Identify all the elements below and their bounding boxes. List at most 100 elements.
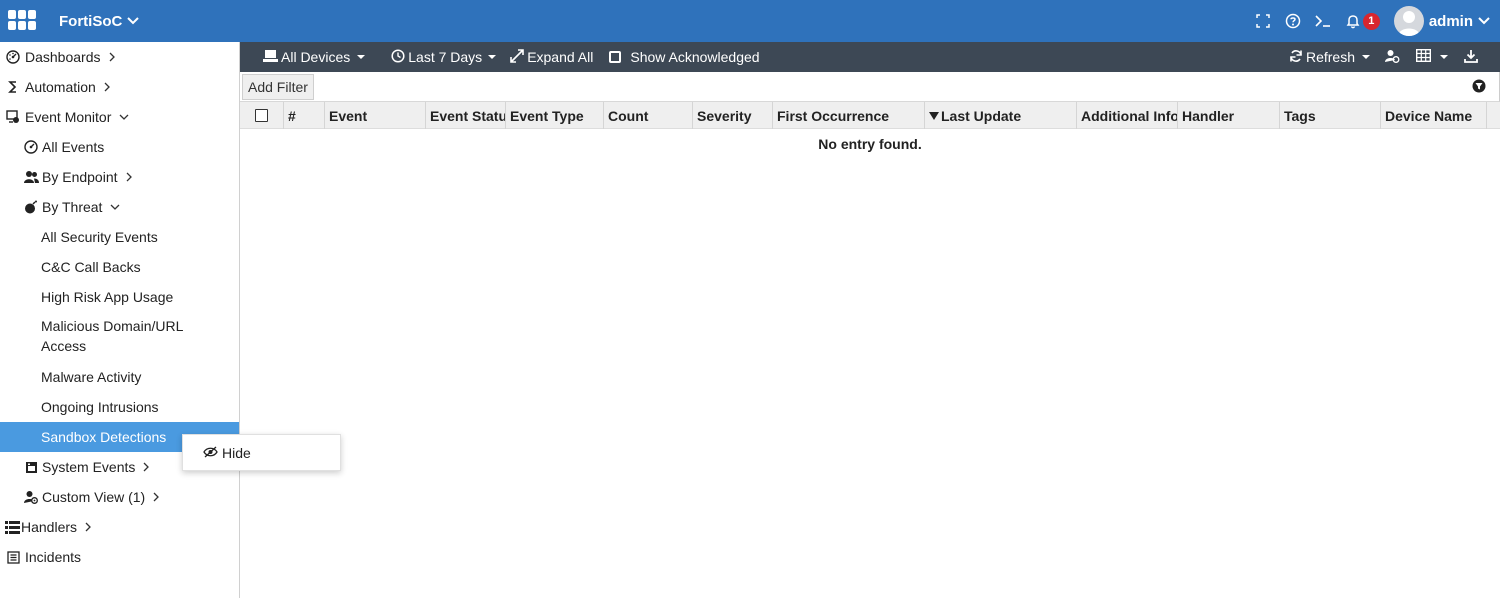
sidebar-item-label: Handlers bbox=[21, 519, 78, 535]
sidebar-item-custom-view[interactable]: Custom View (1) bbox=[0, 482, 239, 512]
automation-icon bbox=[5, 79, 21, 95]
sidebar-item-cc-call-backs[interactable]: C&C Call Backs bbox=[0, 252, 239, 282]
sidebar-item-dashboards[interactable]: Dashboards bbox=[0, 42, 239, 72]
fortinet-logo-icon[interactable] bbox=[8, 10, 36, 32]
notification-badge: 1 bbox=[1362, 12, 1380, 30]
column-header-number[interactable]: # bbox=[284, 102, 325, 129]
column-header-device-name[interactable]: Device Name bbox=[1381, 102, 1487, 129]
column-header-last-update-label: Last Update bbox=[941, 107, 1022, 124]
show-acknowledged-toggle[interactable]: Show Acknowledged bbox=[609, 42, 760, 72]
chevron-right-icon bbox=[126, 172, 133, 182]
fullscreen-icon[interactable] bbox=[1255, 13, 1271, 29]
sidebar-item-automation[interactable]: Automation bbox=[0, 72, 239, 102]
caret-down-icon bbox=[1440, 55, 1448, 59]
sidebar-item-label: Sandbox Detections bbox=[41, 429, 167, 445]
bell-icon bbox=[1346, 15, 1360, 29]
sidebar-item-label: Malware Activity bbox=[41, 369, 142, 385]
incidents-icon bbox=[5, 549, 21, 565]
column-header-severity[interactable]: Severity bbox=[693, 102, 773, 129]
sidebar-item-by-endpoint[interactable]: By Endpoint bbox=[0, 162, 239, 192]
filter-icon[interactable] bbox=[1472, 79, 1486, 93]
filter-bar: Add Filter bbox=[240, 72, 1500, 102]
chevron-down-icon bbox=[110, 204, 120, 211]
sidebar-item-label: Dashboards bbox=[25, 49, 101, 65]
sidebar-item-label: System Events bbox=[42, 459, 136, 475]
sidebar-item-malware-activity[interactable]: Malware Activity bbox=[0, 362, 239, 392]
bomb-icon bbox=[23, 199, 39, 215]
column-header-count[interactable]: Count bbox=[604, 102, 693, 129]
event-monitor-icon bbox=[5, 109, 21, 125]
column-header-tags[interactable]: Tags bbox=[1280, 102, 1381, 129]
notifications-button[interactable]: 1 bbox=[1345, 12, 1380, 30]
device-icon bbox=[263, 49, 278, 66]
column-settings-dropdown[interactable] bbox=[1415, 42, 1448, 72]
chevron-right-icon bbox=[109, 52, 116, 62]
column-header-event[interactable]: Event bbox=[325, 102, 426, 129]
sidebar-item-malicious-domain-url-access[interactable]: Malicious Domain/URL Access bbox=[0, 312, 239, 354]
sidebar-item-all-security-events[interactable]: All Security Events bbox=[0, 222, 239, 252]
dashboard-icon bbox=[23, 139, 39, 155]
expand-all-button[interactable]: Expand All bbox=[510, 42, 593, 72]
time-range-dropdown[interactable]: Last 7 Days bbox=[391, 42, 497, 72]
sidebar-item-label: Custom View (1) bbox=[42, 489, 146, 505]
sidebar-item-all-events[interactable]: All Events bbox=[0, 132, 239, 162]
sidebar: Dashboards Automation Event Monitor All … bbox=[0, 42, 240, 598]
chevron-right-icon bbox=[153, 492, 160, 502]
user-menu[interactable]: admin bbox=[1393, 6, 1490, 36]
user-settings-button[interactable] bbox=[1385, 42, 1400, 72]
help-icon[interactable] bbox=[1285, 13, 1301, 29]
show-acknowledged-label: Show Acknowledged bbox=[630, 49, 760, 65]
chevron-right-icon bbox=[104, 82, 111, 92]
show-acknowledged-checkbox[interactable] bbox=[609, 51, 622, 63]
expand-all-label: Expand All bbox=[527, 49, 594, 65]
sidebar-item-ongoing-intrusions[interactable]: Ongoing Intrusions bbox=[0, 392, 239, 422]
hide-menu-item[interactable]: Hide bbox=[222, 445, 251, 461]
column-header-handler[interactable]: Handler bbox=[1178, 102, 1280, 129]
toolbar: All Devices Last 7 Days Expand All Show … bbox=[240, 42, 1500, 72]
user-gear-icon bbox=[1385, 49, 1400, 66]
caret-down-icon bbox=[1362, 55, 1370, 59]
top-header: FortiSoC 1 admin bbox=[0, 0, 1500, 42]
sidebar-item-high-risk-app-usage[interactable]: High Risk App Usage bbox=[0, 282, 239, 312]
column-header-last-update[interactable]: Last Update bbox=[925, 102, 1077, 129]
sidebar-item-label: Incidents bbox=[25, 549, 82, 565]
cli-console-icon[interactable] bbox=[1315, 13, 1331, 29]
devices-dropdown[interactable]: All Devices bbox=[263, 42, 366, 72]
system-events-icon bbox=[23, 459, 39, 475]
select-all-checkbox[interactable] bbox=[255, 109, 268, 122]
refresh-button[interactable]: Refresh bbox=[1289, 42, 1370, 72]
caret-down-icon bbox=[357, 55, 366, 59]
context-menu: Hide bbox=[182, 434, 341, 471]
sidebar-item-by-threat[interactable]: By Threat bbox=[0, 192, 239, 222]
sidebar-item-label: Automation bbox=[25, 79, 96, 95]
sidebar-item-event-monitor[interactable]: Event Monitor bbox=[0, 102, 239, 132]
add-filter-button[interactable]: Add Filter bbox=[242, 73, 314, 100]
chevron-down-icon bbox=[127, 17, 140, 25]
grid-icon bbox=[1415, 48, 1432, 65]
app-switcher[interactable]: FortiSoC bbox=[59, 12, 140, 30]
devices-label: All Devices bbox=[281, 49, 351, 65]
clock-icon bbox=[391, 48, 405, 66]
sidebar-item-label: C&C Call Backs bbox=[41, 259, 141, 275]
chevron-right-icon bbox=[143, 462, 150, 472]
sort-desc-icon bbox=[929, 111, 939, 121]
column-header-first-occurrence[interactable]: First Occurrence bbox=[773, 102, 925, 129]
app-name: FortiSoC bbox=[59, 12, 123, 30]
download-button[interactable] bbox=[1464, 42, 1478, 72]
expand-icon bbox=[510, 48, 524, 66]
column-header-additional-info[interactable]: Additional Info bbox=[1077, 102, 1178, 129]
sidebar-item-label: Event Monitor bbox=[25, 109, 112, 125]
table-header: # Event Event Status Event Type Count Se… bbox=[240, 102, 1500, 129]
sidebar-item-handlers[interactable]: Handlers bbox=[0, 512, 239, 542]
sidebar-item-incidents[interactable]: Incidents bbox=[0, 542, 239, 572]
username: admin bbox=[1428, 12, 1473, 30]
users-icon bbox=[23, 169, 39, 185]
column-header-event-type[interactable]: Event Type bbox=[506, 102, 604, 129]
dashboard-icon bbox=[5, 49, 21, 65]
chevron-down-icon bbox=[1478, 17, 1490, 25]
list-icon bbox=[4, 519, 20, 535]
column-header-event-status[interactable]: Event Status bbox=[426, 102, 506, 129]
caret-down-icon bbox=[488, 55, 497, 59]
select-all-header bbox=[240, 102, 284, 129]
custom-view-icon bbox=[23, 489, 39, 505]
